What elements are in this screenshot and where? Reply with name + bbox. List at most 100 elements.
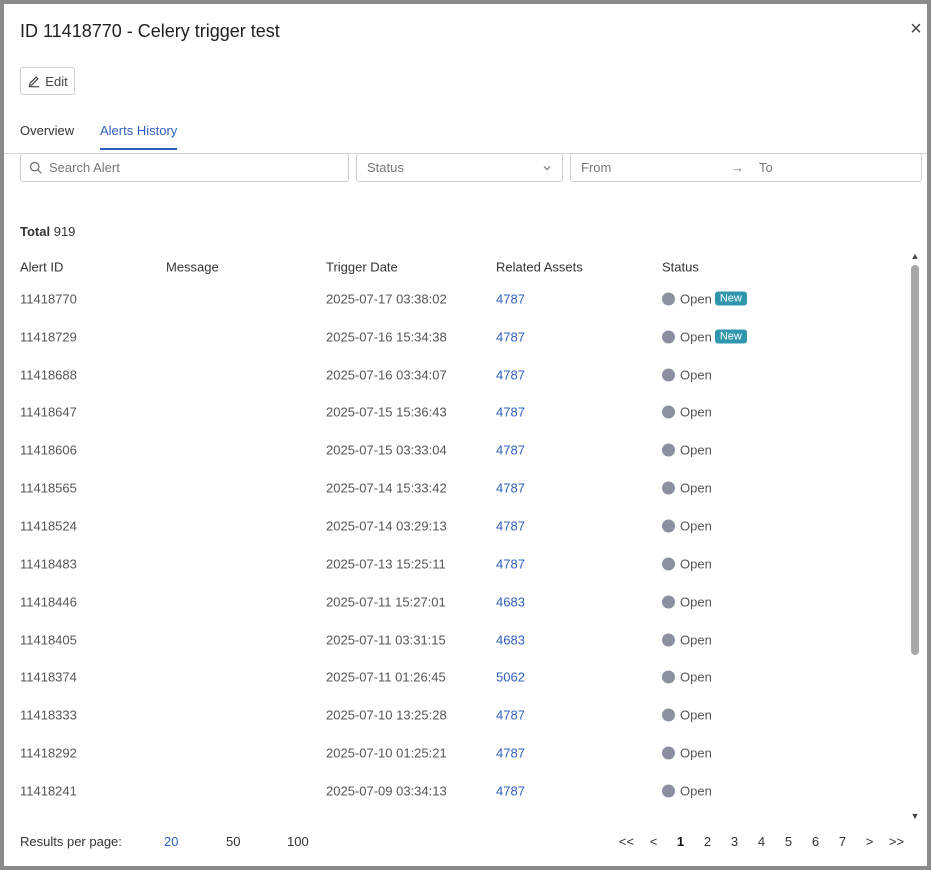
page-size-100[interactable]: 100	[287, 834, 309, 849]
trigger-date-cell: 2025-07-16 03:34:07	[326, 367, 447, 383]
total-label: Total	[20, 224, 51, 239]
tab-overview[interactable]: Overview	[20, 123, 74, 148]
status-cell: Open New	[662, 291, 747, 306]
related-asset-link[interactable]: 4683	[496, 594, 525, 609]
edit-pencil-icon	[29, 76, 40, 88]
table-row[interactable]: 11418688 2025-07-16 03:34:07 4787 Open	[20, 356, 904, 394]
table-row[interactable]: 11418606 2025-07-15 03:33:04 4787 Open	[20, 431, 904, 469]
status-text: Open	[680, 632, 712, 648]
scroll-down-arrow-icon[interactable]: ▼	[910, 811, 920, 821]
table-row[interactable]: 11418483 2025-07-13 15:25:11 4787 Open	[20, 545, 904, 583]
table-row[interactable]: 11418729 2025-07-16 15:34:38 4787 Open New	[20, 318, 904, 356]
trigger-date-cell: 2025-07-14 15:33:42	[326, 480, 447, 496]
table-row[interactable]: 11418446 2025-07-11 15:27:01 4683 Open	[20, 583, 904, 621]
status-cell: Open	[662, 367, 712, 382]
related-asset-link[interactable]: 4683	[496, 632, 525, 647]
search-alert-input[interactable]: Search Alert	[20, 153, 349, 182]
page-size-50[interactable]: 50	[226, 834, 240, 849]
page-button-1[interactable]: <	[640, 834, 667, 849]
trigger-date-cell: 2025-07-10 01:25:21	[326, 745, 447, 761]
alert-id-cell: 11418446	[20, 594, 77, 610]
alert-id-cell: 11418647	[20, 404, 77, 420]
close-icon[interactable]: ×	[908, 19, 924, 39]
status-select[interactable]: Status	[356, 153, 563, 182]
column-header-related-assets[interactable]: Related Assets	[496, 260, 583, 275]
table-row[interactable]: 11418405 2025-07-11 03:31:15 4683 Open	[20, 621, 904, 659]
related-asset-link[interactable]: 4787	[496, 746, 525, 761]
tab-alerts-history[interactable]: Alerts History	[100, 123, 178, 150]
column-header-status[interactable]: Status	[662, 260, 699, 275]
page-button-7[interactable]: 6	[802, 834, 829, 849]
from-date-input[interactable]: From	[581, 160, 731, 175]
status-dot-icon	[662, 708, 675, 722]
page-button-0[interactable]: <<	[613, 834, 640, 849]
trigger-date-cell: 2025-07-15 15:36:43	[326, 404, 447, 420]
related-asset-link[interactable]: 5062	[496, 670, 525, 685]
table-header: Alert ID Message Trigger Date Related As…	[20, 254, 904, 280]
status-cell: Open	[662, 670, 712, 685]
alert-id-cell: 11418405	[20, 632, 77, 648]
related-asset-link[interactable]: 4787	[496, 556, 525, 571]
related-asset-link[interactable]: 4787	[496, 708, 525, 723]
trigger-date-cell: 2025-07-16 15:34:38	[326, 329, 447, 345]
page-button-2[interactable]: 1	[667, 834, 694, 849]
column-header-trigger-date[interactable]: Trigger Date	[326, 260, 398, 275]
tab-bar: Overview Alerts History	[4, 120, 927, 154]
page-button-8[interactable]: 7	[829, 834, 856, 849]
related-asset-link[interactable]: 4787	[496, 518, 525, 533]
new-badge: New	[714, 329, 747, 344]
search-icon	[29, 161, 42, 174]
alert-detail-modal: ID 11418770 - Celery trigger test × Edit…	[4, 4, 927, 866]
related-asset-link[interactable]: 4787	[496, 329, 525, 344]
scrollbar-thumb[interactable]	[911, 265, 919, 655]
table-row[interactable]: 11418333 2025-07-10 13:25:28 4787 Open	[20, 696, 904, 734]
status-cell: Open	[662, 708, 712, 723]
page-button-5[interactable]: 4	[748, 834, 775, 849]
table-row[interactable]: 11418374 2025-07-11 01:26:45 5062 Open	[20, 658, 904, 696]
table-row[interactable]: 11418524 2025-07-14 03:29:13 4787 Open	[20, 507, 904, 545]
related-asset-link[interactable]: 4787	[496, 291, 525, 306]
page-button-4[interactable]: 3	[721, 834, 748, 849]
trigger-date-cell: 2025-07-13 15:25:11	[326, 556, 446, 572]
edit-button[interactable]: Edit	[20, 67, 75, 95]
page-size-20[interactable]: 20	[164, 834, 178, 849]
related-asset-link[interactable]: 4787	[496, 405, 525, 420]
pagination: << <1 2 3 4 5 6 7 > >>	[613, 834, 910, 849]
page-button-3[interactable]: 2	[694, 834, 721, 849]
table-scrollbar[interactable]: ▲ ▼	[910, 251, 920, 821]
table-row[interactable]: 11418770 2025-07-17 03:38:02 4787 Open New	[20, 280, 904, 318]
status-text: Open	[680, 329, 712, 345]
page-button-9[interactable]: >	[856, 834, 883, 849]
status-text: Open	[680, 707, 712, 723]
related-asset-link[interactable]: 4787	[496, 481, 525, 496]
table-row[interactable]: 11418565 2025-07-14 15:33:42 4787 Open	[20, 469, 904, 507]
date-range-picker[interactable]: From → To	[570, 153, 922, 182]
related-asset-link[interactable]: 4787	[496, 783, 525, 798]
status-dot-icon	[662, 746, 675, 760]
table-row[interactable]: 11418647 2025-07-15 15:36:43 4787 Open	[20, 394, 904, 432]
status-dot-icon	[662, 330, 675, 344]
alert-id-cell: 11418333	[20, 707, 77, 723]
related-asset-link[interactable]: 4787	[496, 367, 525, 382]
status-cell: Open	[662, 594, 712, 609]
alert-id-cell: 11418770	[20, 291, 77, 307]
status-text: Open	[680, 518, 712, 534]
status-dot-icon	[662, 670, 675, 684]
status-text: Open	[680, 669, 712, 685]
to-date-input[interactable]: To	[759, 160, 773, 175]
related-asset-link[interactable]: 4787	[496, 443, 525, 458]
status-dot-icon	[662, 481, 675, 495]
alert-id-cell: 11418483	[20, 556, 77, 572]
table-row[interactable]: 11418292 2025-07-10 01:25:21 4787 Open	[20, 734, 904, 772]
status-dot-icon	[662, 292, 675, 306]
chevron-down-icon	[543, 165, 551, 170]
page-button-6[interactable]: 5	[775, 834, 802, 849]
page-button-10[interactable]: >>	[883, 834, 910, 849]
status-dot-icon	[662, 405, 675, 419]
status-placeholder: Status	[367, 160, 404, 175]
table-row[interactable]: 11418241 2025-07-09 03:34:13 4787 Open	[20, 772, 904, 810]
scroll-up-arrow-icon[interactable]: ▲	[910, 251, 920, 261]
trigger-date-cell: 2025-07-14 03:29:13	[326, 518, 447, 534]
column-header-alert-id[interactable]: Alert ID	[20, 260, 63, 275]
column-header-message[interactable]: Message	[166, 260, 219, 275]
